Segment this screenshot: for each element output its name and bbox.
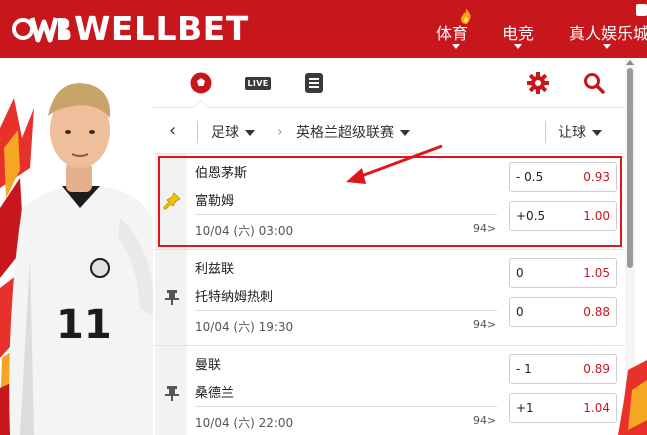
row-divider (195, 214, 497, 215)
chevron-right-icon: › (277, 124, 283, 140)
right-decoration (618, 360, 647, 435)
fire-icon (461, 8, 471, 24)
brand-name: WELLBET (74, 9, 249, 48)
match-time: 10/04 (六) 03:00 (195, 224, 294, 238)
chevron-down-icon (452, 44, 460, 49)
odds-handicap: - 1 (516, 362, 532, 376)
more-markets-link[interactable]: 94> (473, 318, 496, 331)
row-divider (195, 310, 497, 311)
match-time: 10/04 (六) 19:30 (195, 320, 294, 334)
away-team: 富勒姆 (195, 194, 235, 209)
soccer-tab[interactable] (188, 70, 214, 96)
sportsbook-panel: LIVE ‹ 足球 › 英格兰超级联赛 让球 伯恩茅斯 富勒姆 10/04 (六… (153, 58, 625, 435)
league-dropdown-label: 英格兰超级联赛 (296, 125, 394, 141)
market-dropdown[interactable]: 让球 (558, 122, 602, 142)
odds-handicap: +0.5 (516, 209, 546, 223)
scrollbar-thumb[interactable] (627, 68, 633, 268)
back-chevron-icon[interactable]: ‹ (169, 122, 176, 140)
nav-sports[interactable]: 体育 (436, 0, 476, 58)
odds-value: 1.00 (583, 209, 610, 223)
divider (545, 121, 546, 143)
betslip-tab[interactable] (301, 70, 327, 96)
nav-live-casino-label: 真人娱乐城 (569, 24, 647, 43)
live-icon: LIVE (244, 76, 272, 90)
away-team: 托特纳姆热刺 (195, 290, 274, 305)
filter-bar: ‹ 足球 › 英格兰超级联赛 让球 (153, 108, 625, 154)
match-row[interactable]: 曼联 桑德兰 10/04 (六) 22:00 94> - 1 0.89 +1 1… (153, 346, 625, 435)
pin-icon[interactable] (163, 288, 181, 306)
active-tab-pointer (193, 100, 209, 108)
toolbar: LIVE (153, 58, 625, 108)
gear-icon (527, 72, 549, 94)
divider (197, 121, 198, 143)
chevron-down-icon (245, 130, 255, 136)
search-icon (584, 73, 605, 94)
pin-icon[interactable] (163, 384, 181, 402)
brand-logo[interactable]: WELLBET (12, 10, 249, 48)
pin-icon[interactable] (163, 192, 181, 210)
odds-button-home[interactable]: 0 1.05 (509, 258, 617, 288)
sport-dropdown-label: 足球 (211, 125, 239, 141)
scroll-up-arrow-icon[interactable] (626, 60, 634, 65)
more-markets-link[interactable]: 94> (473, 414, 496, 427)
corner-badge (636, 4, 647, 16)
settings-button[interactable] (525, 70, 551, 96)
home-team: 伯恩茅斯 (195, 166, 248, 181)
hero-player-image: 11 (0, 58, 155, 435)
betslip-icon (305, 73, 323, 93)
odds-handicap: - 0.5 (516, 170, 544, 184)
home-team: 利兹联 (195, 262, 235, 277)
away-team: 桑德兰 (195, 386, 235, 401)
odds-value: 0.89 (583, 362, 610, 376)
home-team: 曼联 (195, 358, 222, 373)
odds-button-home[interactable]: - 1 0.89 (509, 354, 617, 384)
flame-decoration (618, 360, 647, 435)
row-divider (195, 406, 497, 407)
odds-value: 0.88 (583, 305, 610, 319)
search-button[interactable] (581, 70, 607, 96)
svg-text:11: 11 (56, 302, 112, 348)
odds-value: 0.93 (583, 170, 610, 184)
odds-button-away[interactable]: +0.5 1.00 (509, 201, 617, 231)
page: WELLBET 体育 电竞 真人娱乐城 11 LIVE ‹ 足球 › 英格兰超级… (0, 0, 647, 435)
match-time: 10/04 (六) 22:00 (195, 416, 294, 430)
odds-button-home[interactable]: - 0.5 0.93 (509, 162, 617, 192)
odds-button-away[interactable]: +1 1.04 (509, 393, 617, 423)
odds-handicap: 0 (516, 305, 524, 319)
chevron-down-icon (592, 130, 602, 136)
wellbet-logo-icon (12, 17, 71, 43)
nav-esports-label: 电竞 (502, 24, 535, 43)
match-row[interactable]: 伯恩茅斯 富勒姆 10/04 (六) 03:00 94> - 0.5 0.93 … (153, 154, 625, 250)
player-illustration: 11 (0, 83, 155, 435)
nav-esports[interactable]: 电竞 (502, 0, 542, 58)
live-tab[interactable]: LIVE (243, 70, 273, 96)
odds-handicap: 0 (516, 266, 524, 280)
more-markets-link[interactable]: 94> (473, 222, 496, 235)
league-dropdown[interactable]: 英格兰超级联赛 (296, 122, 410, 142)
chevron-down-icon (603, 44, 611, 49)
sport-dropdown[interactable]: 足球 (211, 122, 255, 142)
odds-value: 1.05 (583, 266, 610, 280)
match-row[interactable]: 利兹联 托特纳姆热刺 10/04 (六) 19:30 94> 0 1.05 0 … (153, 250, 625, 346)
odds-handicap: +1 (516, 401, 534, 415)
soccer-ball-icon (190, 72, 212, 94)
top-header: WELLBET 体育 电竞 真人娱乐城 (0, 0, 647, 58)
odds-button-away[interactable]: 0 0.88 (509, 297, 617, 327)
chevron-down-icon (514, 44, 522, 49)
chevron-down-icon (400, 130, 410, 136)
market-dropdown-label: 让球 (558, 125, 586, 141)
odds-value: 1.04 (583, 401, 610, 415)
